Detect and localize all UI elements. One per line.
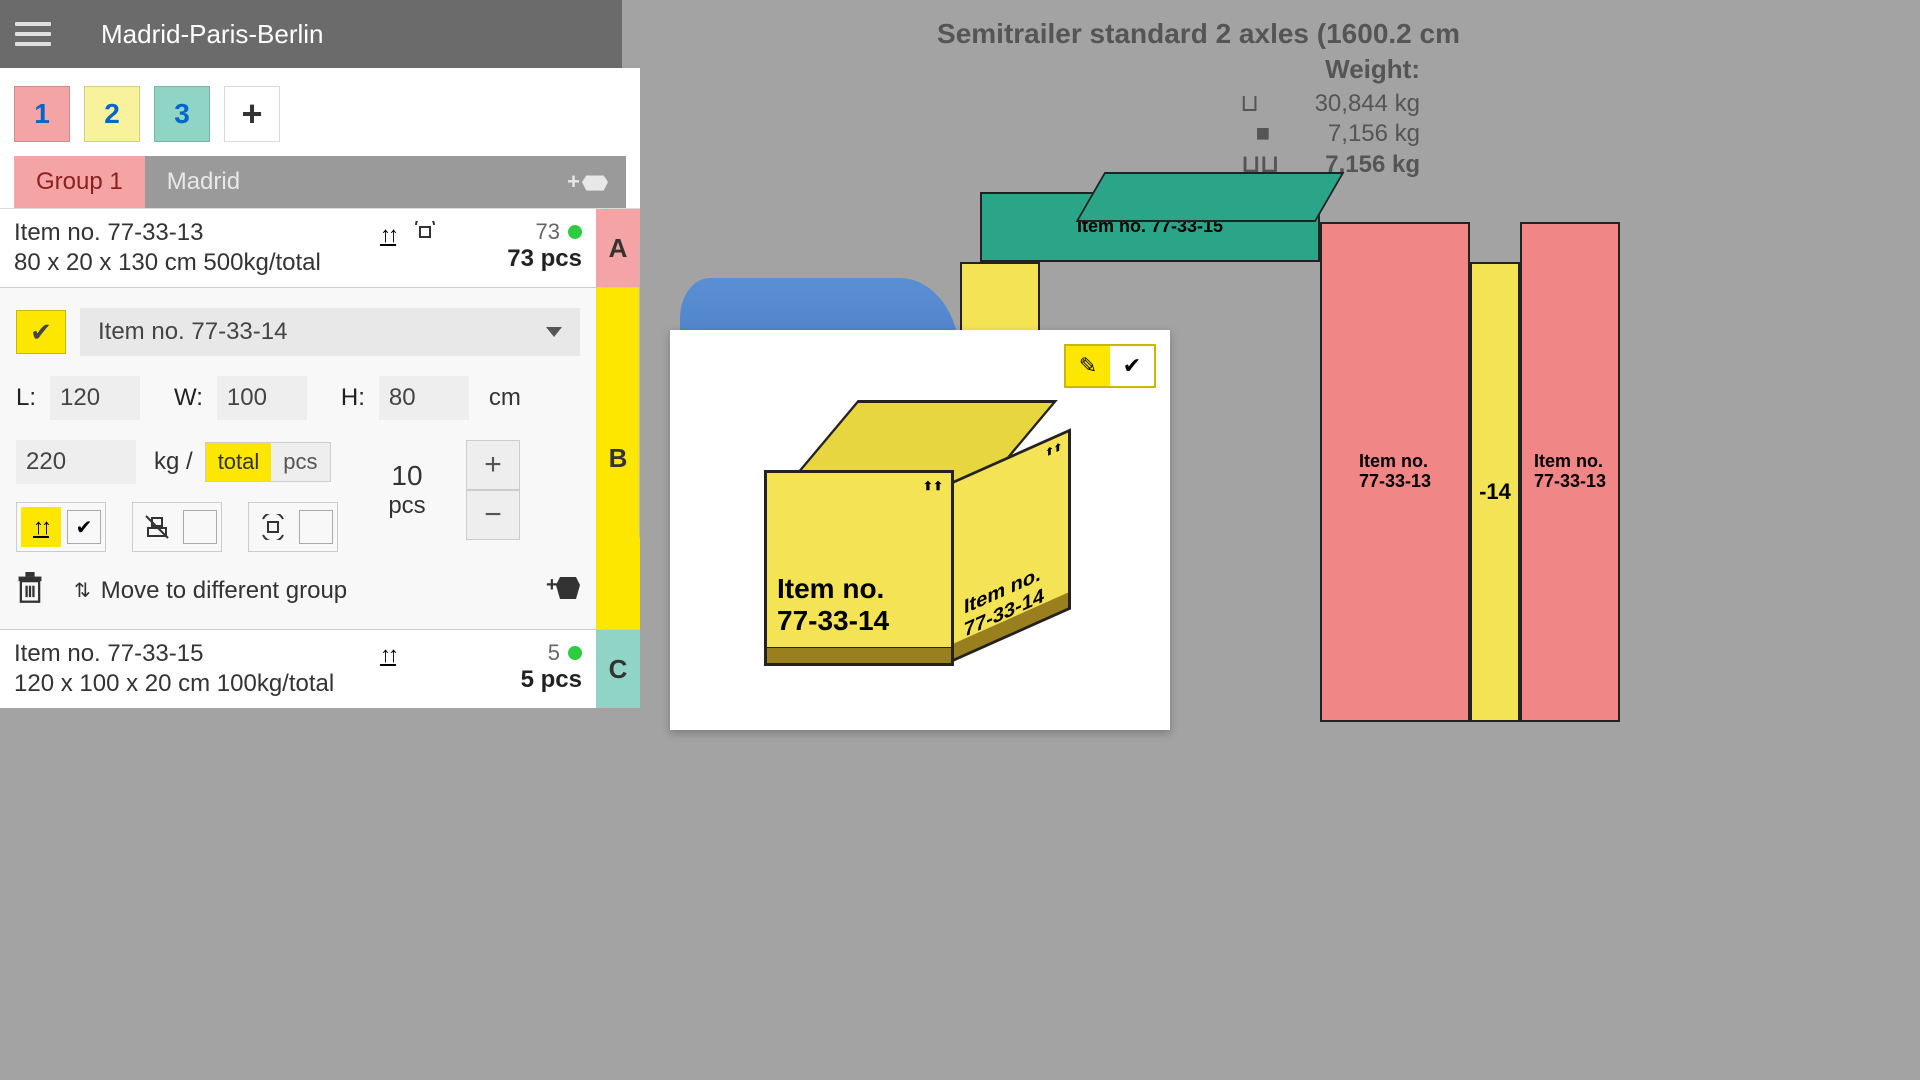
weight-unit: kg / (154, 448, 193, 476)
no-stack-checkbox[interactable] (183, 510, 217, 544)
menu-icon[interactable] (15, 22, 51, 46)
height-label: H: (341, 384, 365, 412)
add-item-to-group-icon[interactable] (567, 169, 608, 195)
move-label: Move to different group (101, 577, 347, 605)
qty-increase-button[interactable]: + (466, 440, 520, 490)
chevron-down-icon (546, 327, 562, 337)
stackable-toggle[interactable]: ↑↑ ✔ (16, 502, 106, 552)
preview-toolbar: ✎ ✔ (1064, 344, 1156, 388)
tab-madrid-label: Madrid (167, 168, 240, 196)
quantity-stepper: + − (466, 440, 520, 552)
item-c-name: Item no. 77-33-15 (14, 640, 507, 668)
edit-preview-button[interactable]: ✎ (1066, 346, 1110, 386)
length-input[interactable] (50, 376, 140, 420)
axle-weight-icon: ⊔ (1235, 89, 1265, 118)
move-updown-icon: ⇅ (74, 578, 91, 603)
vehicle-title: Semitrailer standard 2 axles (1600.2 cm (937, 18, 1460, 50)
item-a-count: 73 (536, 219, 560, 245)
axle-weight-value: 30,844 kg (1315, 90, 1420, 118)
group-tabs: Group 1 Madrid (14, 156, 626, 208)
confirm-preview-button[interactable]: ✔ (1110, 346, 1154, 386)
add-group-button[interactable]: + (224, 86, 280, 142)
group-number-chips: 1 2 3 + (14, 86, 626, 156)
weight-heading: Weight: (1235, 54, 1420, 85)
preview-3d-box: ⬆⬆ Item no. 77-33-14 ⬆⬆ Item no. 77-33-1… (760, 400, 1060, 680)
item-c-pcs: 5 pcs (521, 666, 582, 694)
item-c-color-tag: C (596, 630, 640, 708)
item-c-count: 5 (548, 640, 560, 666)
item-a-pcs: 73 pcs (507, 245, 582, 273)
loaded-box-green-top (1076, 172, 1345, 222)
item-b-name: Item no. 77-33-14 (98, 318, 287, 346)
weight-mode-total[interactable]: total (206, 443, 272, 481)
move-to-group-button[interactable]: ⇅ Move to different group (74, 577, 347, 605)
app-header: Madrid-Paris-Berlin (0, 0, 622, 68)
add-to-load-button[interactable]: + (546, 573, 580, 608)
width-input[interactable] (217, 376, 307, 420)
dimension-unit: cm (489, 384, 521, 412)
quantity-value: 10 (391, 460, 422, 492)
quantity-unit: pcs (388, 492, 425, 520)
weight-mode-pcs[interactable]: pcs (271, 443, 329, 481)
groups-panel: 1 2 3 + Group 1 Madrid (0, 68, 640, 208)
this-side-up-icon: ⬆⬆ (1045, 441, 1062, 459)
item-row-a[interactable]: Item no. 77-33-13 80 x 20 x 130 cm 500kg… (0, 208, 640, 287)
item-c-dims: 120 x 100 x 20 cm 100kg/total (14, 670, 507, 698)
no-stack-icon (137, 507, 177, 547)
group-chip-2[interactable]: 2 (84, 86, 140, 142)
this-side-up-icon: ↑↑ (380, 222, 396, 248)
this-side-up-icon: ⬆⬆ (923, 479, 943, 493)
items-list: Item no. 77-33-13 80 x 20 x 130 cm 500kg… (0, 208, 640, 708)
tab-group-1[interactable]: Group 1 (14, 156, 145, 208)
height-input[interactable] (379, 376, 469, 420)
rotate-toggle[interactable] (248, 502, 338, 552)
weight-summary: Weight: ⊔30,844 kg ■7,156 kg ⊔⊔7,156 kg (1235, 54, 1420, 179)
group-chip-3[interactable]: 3 (154, 86, 210, 142)
item-row-c[interactable]: Item no. 77-33-15 120 x 100 x 20 cm 100k… (0, 629, 640, 708)
rotate-checkbox[interactable] (299, 510, 333, 544)
cargo-weight-value: 7,156 kg (1328, 120, 1420, 148)
status-dot-icon (568, 646, 582, 660)
loaded-box-yellow-labels: -14 (1470, 262, 1520, 722)
item-a-dims: 80 x 20 x 130 cm 500kg/total (14, 249, 493, 277)
route-title: Madrid-Paris-Berlin (101, 19, 324, 50)
item-select-dropdown[interactable]: Item no. 77-33-14 (80, 308, 580, 356)
quantity-display: 10 pcs (362, 440, 452, 540)
loaded-box-red-col-1: Item no.77-33-13 (1320, 222, 1470, 722)
rotatable-icon (253, 507, 293, 547)
status-dot-icon (568, 225, 582, 239)
svg-text:+: + (546, 574, 558, 596)
no-stack-toggle[interactable] (132, 502, 222, 552)
stackable-checkbox[interactable]: ✔ (67, 510, 101, 544)
tab-madrid[interactable]: Madrid (145, 156, 626, 208)
weight-input[interactable] (16, 440, 136, 484)
cargo-weight-icon: ■ (1248, 120, 1278, 148)
this-side-up-icon: ↑↑ (380, 642, 396, 668)
item-preview-card: ✎ ✔ ⬆⬆ Item no. 77-33-14 ⬆⬆ Item no. 77-… (670, 330, 1170, 730)
qty-decrease-button[interactable]: − (466, 490, 520, 540)
width-label: W: (174, 384, 203, 412)
loaded-box-red-col-2: Item no.77-33-13 (1520, 222, 1620, 722)
item-row-b: ✔ Item no. 77-33-14 L: W: H: cm (0, 287, 640, 629)
group-chip-1[interactable]: 1 (14, 86, 70, 142)
item-a-color-tag: A (596, 209, 640, 287)
rotatable-icon (412, 221, 438, 248)
item-b-color-tag: B (596, 288, 640, 629)
length-label: L: (16, 384, 36, 412)
delete-item-button[interactable] (16, 572, 44, 609)
confirm-item-button[interactable]: ✔ (16, 310, 66, 354)
this-side-up-icon: ↑↑ (21, 507, 61, 547)
